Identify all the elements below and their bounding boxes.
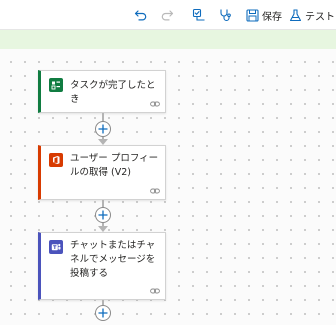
planner-icon (49, 78, 63, 92)
plus-icon (98, 210, 108, 220)
undo-icon (134, 10, 147, 21)
insert-step-button[interactable] (95, 121, 111, 137)
test-button[interactable]: テスト (289, 6, 335, 24)
health-icon (220, 9, 231, 22)
test-label: テスト (305, 11, 335, 23)
office-icon (49, 153, 63, 167)
insert-step-button[interactable] (95, 305, 111, 321)
health-button[interactable] (218, 6, 232, 24)
save-label: 保存 (262, 11, 282, 23)
plus-icon (98, 308, 108, 318)
plus-icon (98, 124, 108, 134)
link-icon (150, 101, 160, 107)
link-icon (150, 188, 160, 194)
flow-step-get-user-profile[interactable]: ユーザー プロフィールの取得 (V2) (38, 145, 166, 200)
status-banner (0, 30, 336, 49)
flow-step-trigger[interactable]: タスクが完了したとき (38, 70, 166, 113)
flow-checker-button[interactable] (192, 6, 206, 24)
teams-icon (49, 240, 63, 254)
save-icon (246, 8, 259, 22)
undo-button[interactable] (134, 6, 148, 24)
redo-icon (161, 10, 174, 21)
flow-step-title: ユーザー プロフィールの取得 (V2) (70, 153, 159, 178)
redo-button[interactable] (160, 6, 174, 24)
link-icon (150, 288, 160, 294)
flow-step-post-message[interactable]: チャットまたはチャネルでメッセージを投稿する (38, 232, 166, 300)
flask-icon (289, 8, 302, 21)
insert-step-button[interactable] (95, 207, 111, 223)
command-bar: 保存 テスト (0, 0, 336, 30)
flow-step-title: タスクが完了したとき (70, 80, 156, 105)
flow-checker-icon (192, 8, 205, 21)
save-button[interactable]: 保存 (246, 6, 282, 24)
flow-step-title: チャットまたはチャネルでメッセージを投稿する (70, 240, 156, 279)
